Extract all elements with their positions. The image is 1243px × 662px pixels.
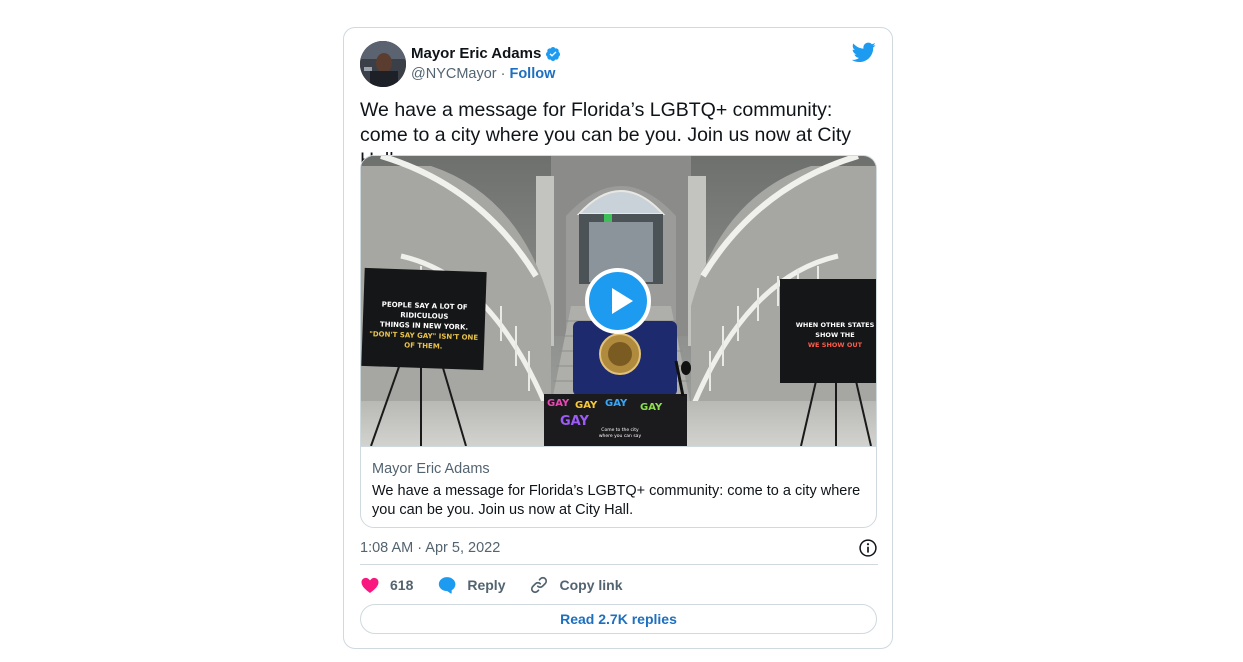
avatar-image xyxy=(360,41,406,87)
left-sign-line: "DON'T SAY GAY" ISN'T ONE OF THEM. xyxy=(369,330,479,351)
right-sign-line: WE SHOW OUT xyxy=(807,341,863,349)
copy-link-label: Copy link xyxy=(559,577,623,593)
handle-separator: · xyxy=(500,66,506,82)
video-thumbnail[interactable]: PEOPLE SAY A LOT OF RIDICULOUS THINGS IN… xyxy=(361,156,876,446)
banner-word: GAY xyxy=(575,400,598,411)
display-name[interactable]: Mayor Eric Adams xyxy=(411,45,541,62)
twitter-bird-icon[interactable] xyxy=(852,40,876,64)
follow-button[interactable]: Follow xyxy=(509,66,555,82)
podium-banner: GAY GAY GAY GAY GAY Come to the city whe… xyxy=(545,396,687,446)
read-replies-button[interactable]: Read 2.7K replies xyxy=(360,604,877,634)
timestamp-row: 1:08 AM · Apr 5, 2022 xyxy=(360,538,878,562)
name-row: Mayor Eric Adams xyxy=(411,45,561,62)
action-bar: 618 Reply Copy link xyxy=(360,573,647,597)
play-icon xyxy=(612,288,633,314)
avatar[interactable] xyxy=(360,41,406,87)
copy-link-button[interactable]: Copy link xyxy=(529,575,623,595)
reply-label: Reply xyxy=(467,577,506,593)
info-icon[interactable] xyxy=(858,538,878,558)
handle[interactable]: @NYCMayor xyxy=(411,66,497,82)
banner-word: GAY xyxy=(605,398,628,409)
right-sign-line: WHEN OTHER STATES SHOW THE xyxy=(795,321,875,339)
banner-word: GAY xyxy=(640,402,663,413)
banner-caption: Come to the city where you can say xyxy=(598,428,642,439)
like-count: 618 xyxy=(390,577,414,593)
heart-icon xyxy=(361,577,379,593)
play-button[interactable] xyxy=(585,268,651,334)
banner-word: GAY xyxy=(560,414,589,429)
media-card[interactable]: PEOPLE SAY A LOT OF RIDICULOUS THINGS IN… xyxy=(360,155,877,528)
banner-word: GAY xyxy=(547,398,570,409)
reply-bubble-icon xyxy=(439,577,456,594)
left-sign-text: PEOPLE SAY A LOT OF RIDICULOUS THINGS IN… xyxy=(368,299,480,353)
reply-button[interactable]: Reply xyxy=(437,575,505,595)
divider xyxy=(360,564,878,565)
verified-badge-icon xyxy=(546,46,561,61)
card-author: Mayor Eric Adams xyxy=(372,461,490,477)
link-icon xyxy=(531,576,548,594)
card-text: We have a message for Florida’s LGBTQ+ c… xyxy=(372,483,861,518)
handle-row: @NYCMayor · Follow xyxy=(411,66,555,82)
tweet-embed-card: Mayor Eric Adams @NYCMayor · Follow We h… xyxy=(343,27,893,649)
timestamp[interactable]: 1:08 AM · Apr 5, 2022 xyxy=(360,540,500,556)
tweet-header: Mayor Eric Adams @NYCMayor · Follow xyxy=(360,40,876,88)
like-button[interactable]: 618 xyxy=(360,575,413,595)
card-info[interactable]: Mayor Eric Adams We have a message for F… xyxy=(361,446,876,527)
right-sign-text: WHEN OTHER STATES SHOW THE WE SHOW OUT xyxy=(785,320,876,350)
